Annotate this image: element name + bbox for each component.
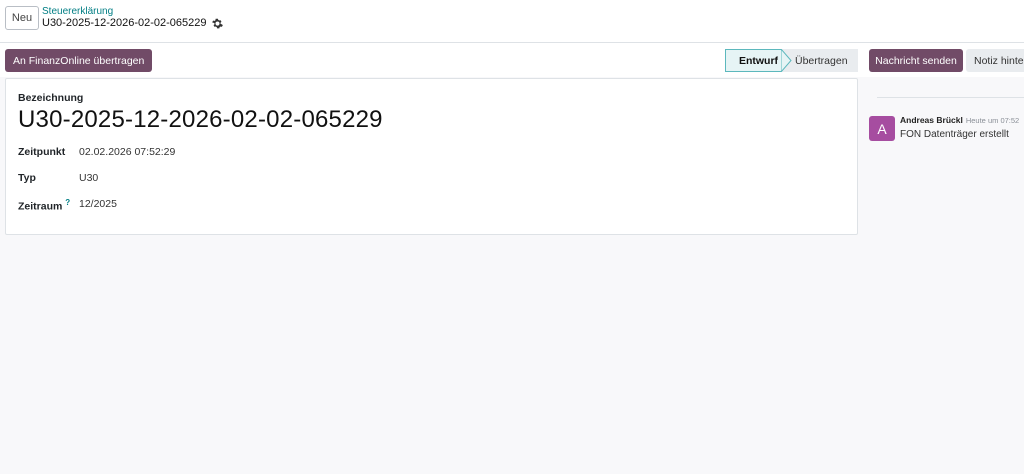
new-button[interactable]: Neu: [5, 6, 39, 30]
field-value-zeitpunkt[interactable]: 02.02.2026 07:52:29: [79, 146, 175, 158]
submit-finanzonline-button[interactable]: An FinanzOnline übertragen: [5, 49, 153, 72]
status-arrow-icon: [781, 49, 792, 72]
field-label-zeitpunkt: Zeitpunkt: [18, 146, 66, 158]
field-label-zeitraum-text: Zeitraum: [18, 200, 63, 213]
message-author[interactable]: Andreas Brückl: [900, 115, 963, 125]
control-panel: Neu Steuererklärung U30-2025-12-2026-02-…: [0, 0, 1024, 43]
message-body: FON Datenträger erstellt: [900, 129, 1009, 140]
gear-icon[interactable]: [211, 18, 223, 29]
chatter-divider: [877, 97, 1024, 98]
help-icon[interactable]: ?: [65, 198, 70, 207]
send-message-button[interactable]: Nachricht senden: [869, 49, 963, 72]
field-label-zeitraum: Zeitraum ?: [18, 198, 70, 213]
form-sheet: Bezeichnung U30-2025-12-2026-02-02-06522…: [5, 78, 858, 235]
field-value-typ[interactable]: U30: [79, 172, 98, 184]
name-value[interactable]: U30-2025-12-2026-02-02-065229: [18, 106, 383, 134]
avatar[interactable]: A: [869, 116, 895, 141]
message-author-row: Andreas Brückl Heute um 07:52: [900, 115, 1019, 125]
name-label: Bezeichnung: [18, 92, 84, 104]
record-title-row: U30-2025-12-2026-02-02-065229: [42, 17, 223, 29]
message-time: Heute um 07:52: [965, 116, 1020, 125]
record-title: U30-2025-12-2026-02-02-065229: [42, 17, 207, 29]
field-value-zeitraum[interactable]: 12/2025: [79, 198, 117, 210]
log-note-button[interactable]: Notiz hinter: [966, 49, 1024, 72]
field-label-typ: Typ: [18, 172, 36, 184]
breadcrumb-steuererklaerung[interactable]: Steuererklärung: [42, 6, 113, 17]
